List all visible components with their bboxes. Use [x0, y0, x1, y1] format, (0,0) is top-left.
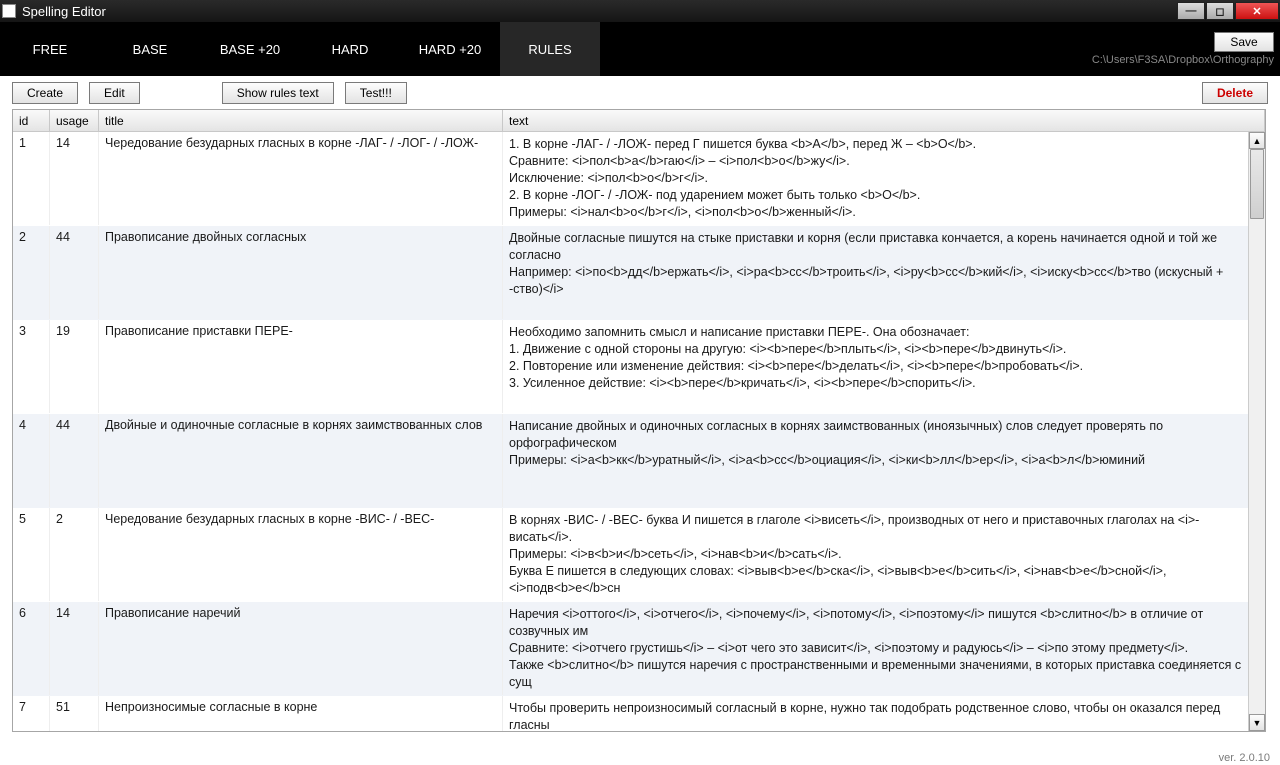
tab-base-20[interactable]: BASE +20 — [200, 22, 300, 76]
cell-title: Чередование безударных гласных в корне -… — [99, 132, 503, 225]
cell-title: Чередование безударных гласных в корне -… — [99, 508, 503, 601]
app-icon — [2, 4, 16, 18]
vertical-scrollbar[interactable]: ▲ ▼ — [1248, 132, 1265, 731]
table-row[interactable]: 244Правописание двойных согласныхДвойные… — [13, 226, 1265, 320]
tab-hard[interactable]: HARD — [300, 22, 400, 76]
cell-id: 2 — [13, 226, 50, 319]
column-text[interactable]: text — [503, 110, 1265, 131]
table-row[interactable]: 751Непроизносимые согласные в корнеЧтобы… — [13, 696, 1265, 731]
tab-rules[interactable]: RULES — [500, 22, 600, 76]
test-button[interactable]: Test!!! — [345, 82, 407, 104]
save-button[interactable]: Save — [1214, 32, 1274, 52]
cell-usage: 51 — [50, 696, 99, 731]
cell-text: Чтобы проверить непроизносимый согласный… — [503, 696, 1265, 731]
column-id[interactable]: id — [13, 110, 50, 131]
cell-title: Непроизносимые согласные в корне — [99, 696, 503, 731]
table-row[interactable]: 444Двойные и одиночные согласные в корня… — [13, 414, 1265, 508]
tab-free[interactable]: FREE — [0, 22, 100, 76]
cell-id: 5 — [13, 508, 50, 601]
cell-title: Правописание наречий — [99, 602, 503, 695]
cell-title: Двойные и одиночные согласные в корнях з… — [99, 414, 503, 507]
tab-hard-20[interactable]: HARD +20 — [400, 22, 500, 76]
maximize-button[interactable]: ◻ — [1206, 2, 1234, 20]
cell-usage: 44 — [50, 414, 99, 507]
cell-text: В корнях -ВИС- / -ВЕС- буква И пишется в… — [503, 508, 1265, 601]
rules-table: id usage title text 114Чередование безуд… — [12, 109, 1266, 732]
table-row[interactable]: 319Правописание приставки ПЕРЕ-Необходим… — [13, 320, 1265, 414]
close-button[interactable]: ✕ — [1235, 2, 1279, 20]
cell-id: 1 — [13, 132, 50, 225]
scroll-up-icon[interactable]: ▲ — [1249, 132, 1265, 149]
cell-text: Наречия <i>оттого</i>, <i>отчего</i>, <i… — [503, 602, 1265, 695]
cell-text: Написание двойных и одиночных согласных … — [503, 414, 1265, 507]
cell-title: Правописание двойных согласных — [99, 226, 503, 319]
tab-base[interactable]: BASE — [100, 22, 200, 76]
table-row[interactable]: 114Чередование безударных гласных в корн… — [13, 132, 1265, 226]
titlebar: Spelling Editor — ◻ ✕ — [0, 0, 1280, 22]
toolbar: Create Edit Show rules text Test!!! Dele… — [0, 76, 1280, 109]
cell-usage: 14 — [50, 602, 99, 695]
cell-title: Правописание приставки ПЕРЕ- — [99, 320, 503, 413]
cell-usage: 2 — [50, 508, 99, 601]
cell-usage: 44 — [50, 226, 99, 319]
create-button[interactable]: Create — [12, 82, 78, 104]
cell-id: 6 — [13, 602, 50, 695]
cell-text: 1. В корне -ЛАГ- / -ЛОЖ- перед Г пишется… — [503, 132, 1265, 225]
scroll-down-icon[interactable]: ▼ — [1249, 714, 1265, 731]
column-usage[interactable]: usage — [50, 110, 99, 131]
version-label: ver. 2.0.10 — [1219, 752, 1270, 764]
cell-id: 4 — [13, 414, 50, 507]
file-path: C:\Users\F3SA\Dropbox\Orthography — [1092, 54, 1274, 66]
column-title[interactable]: title — [99, 110, 503, 131]
table-row[interactable]: 52Чередование безударных гласных в корне… — [13, 508, 1265, 602]
scroll-thumb[interactable] — [1250, 149, 1264, 219]
table-row[interactable]: 614Правописание наречийНаречия <i>оттого… — [13, 602, 1265, 696]
edit-button[interactable]: Edit — [89, 82, 140, 104]
cell-id: 3 — [13, 320, 50, 413]
cell-text: Двойные согласные пишутся на стыке прист… — [503, 226, 1265, 319]
window-title: Spelling Editor — [22, 4, 106, 19]
cell-text: Необходимо запомнить смысл и написание п… — [503, 320, 1265, 413]
tabs-bar: FREEBASEBASE +20HARDHARD +20RULES Save C… — [0, 22, 1280, 76]
cell-usage: 19 — [50, 320, 99, 413]
delete-button[interactable]: Delete — [1202, 82, 1268, 104]
cell-usage: 14 — [50, 132, 99, 225]
minimize-button[interactable]: — — [1177, 2, 1205, 20]
cell-id: 7 — [13, 696, 50, 731]
show-rules-button[interactable]: Show rules text — [222, 82, 334, 104]
